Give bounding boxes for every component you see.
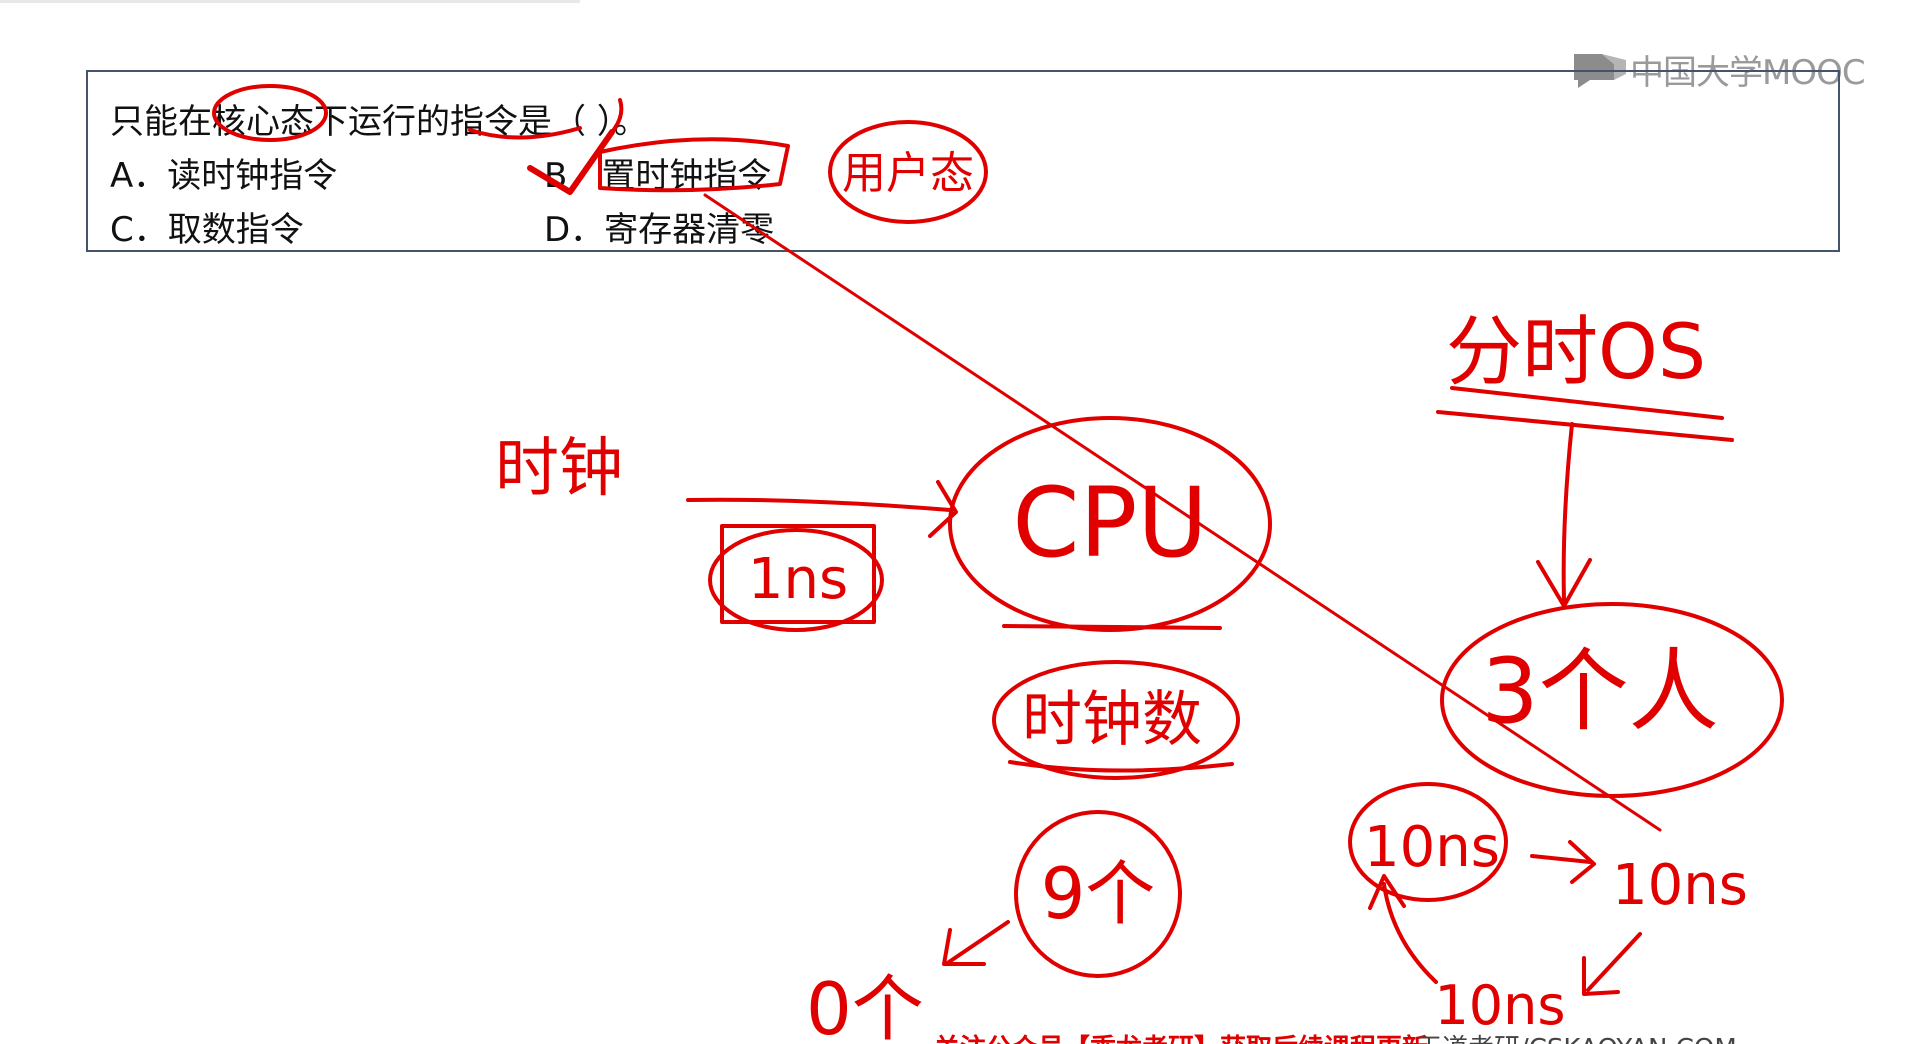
slice-2-note: 10ns [1612,853,1748,918]
clock-count-underline [1008,760,1234,773]
cpu-note: CPU [1012,467,1207,579]
users-note: 3个人 [1481,639,1718,744]
time-sharing-note: 分时OS [1446,307,1706,396]
count-start-note: 9个 [1041,853,1156,935]
slice-arrow-2-head [1582,956,1620,996]
countdown-arrow-head [942,928,986,966]
lecture-slide: 中国大学MOOC 只能在核心态下运行的指令是（ ）。 A．读时钟指令 B．置时钟… [0,0,1920,1044]
slice-arrow-3-head [1368,874,1406,910]
clock-count-circle [992,660,1240,780]
cpu-underline [1002,624,1222,630]
slice-arrow-2-line [1586,932,1642,992]
option-d: D．寄存器清零 [544,210,775,250]
os-arrow-line [1561,422,1574,602]
question-stem: 只能在核心态下运行的指令是（ ）。 [110,102,648,142]
diagonal-stroke [703,193,1662,832]
countdown-arrow-line [944,920,1010,966]
clock-arrow-head [928,480,958,538]
slice-1-circle [1348,782,1508,902]
interval-box [720,524,876,624]
slice-arrow-1-line [1530,854,1592,864]
os-arrow-head [1536,558,1592,608]
clock-count-note: 时钟数 [1022,685,1202,755]
clock-arrow-line [686,497,952,512]
time-sharing-underline-1 [1450,386,1724,420]
cpu-circle [948,416,1272,632]
option-a: A．读时钟指令 [110,156,338,196]
option-b: B．置时钟指令 [544,156,772,196]
count-end-note: 0个 [806,967,924,1044]
footer-promo: 关注公众号【乖龙考研】获取后续课程更新 [934,1028,1428,1044]
users-circle [1440,602,1784,798]
time-sharing-underline-2 [1436,410,1734,442]
interval-circle [708,528,884,632]
slice-1-note: 10ns [1364,815,1500,880]
option-c: C．取数指令 [110,210,304,250]
count-start-circle [1014,810,1182,978]
slice-arrow-3-line [1382,882,1438,984]
slice-arrow-1-head [1568,840,1596,884]
interval-note: 1ns [748,547,848,612]
top-divider [0,0,580,3]
footer-site: 王道考研/CSKAOYAN.COM [1416,1028,1737,1044]
clock-note: 时钟 [495,432,623,506]
